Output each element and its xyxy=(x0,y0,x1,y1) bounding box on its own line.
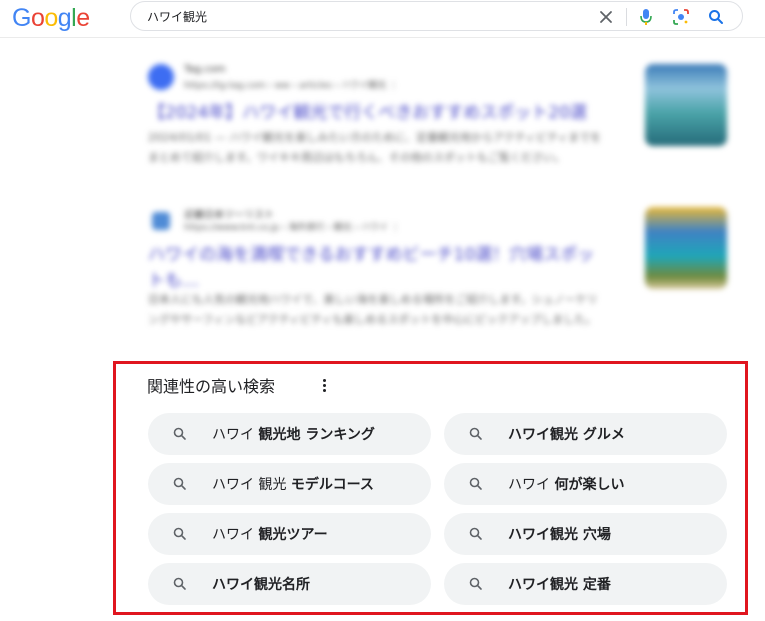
label-normal-part: ハワイ xyxy=(212,427,259,443)
related-search-label: ハワイ 観光地 ランキング xyxy=(212,424,375,444)
related-search-label: ハワイ観光 穴場 xyxy=(508,524,611,544)
search-icon[interactable] xyxy=(707,8,725,26)
result-url[interactable]: https://www.knt.co.jp › 海外旅行 › 観光 › ハワイ … xyxy=(184,220,400,233)
result-thumbnail[interactable] xyxy=(645,207,727,289)
label-normal-part: ハワイ 観光 xyxy=(212,477,291,493)
search-icon xyxy=(172,476,188,492)
result-site-name: 近畿日本ツーリスト xyxy=(184,210,274,221)
lens-icon[interactable] xyxy=(672,8,690,26)
search-icon xyxy=(468,426,484,442)
label-bold-part: 観光ツアー xyxy=(258,527,328,543)
label-bold-part: ハワイ観光 定番 xyxy=(508,577,611,593)
search-icon xyxy=(172,576,188,592)
label-bold-part: 観光地 ランキング xyxy=(258,427,375,443)
favicon xyxy=(152,212,170,230)
related-search-label: ハワイ 観光ツアー xyxy=(212,524,328,544)
label-bold-part: ハワイ観光名所 xyxy=(212,577,310,593)
related-search-chip[interactable]: ハワイ 観光ツアー xyxy=(148,513,431,555)
search-box xyxy=(130,1,743,31)
related-search-chip[interactable]: ハワイ観光 グルメ xyxy=(444,413,727,455)
result-thumbnail[interactable] xyxy=(645,64,727,146)
related-search-chip[interactable]: ハワイ 何が楽しい xyxy=(444,463,727,505)
result-snippet: 日本人にも人気の観光地ハワイで、美しい海を楽しめる場所をご紹介します。シュノーケ… xyxy=(148,293,598,326)
related-searches-title: 関連性の高い検索 xyxy=(147,377,276,396)
label-normal-part: ハワイ xyxy=(508,477,555,493)
google-logo[interactable]: Google xyxy=(12,4,90,33)
related-search-label: ハワイ観光 定番 xyxy=(508,574,611,594)
search-icon xyxy=(468,476,484,492)
label-bold-part: 何が楽しい xyxy=(554,477,625,493)
label-bold-part: ハワイ観光 グルメ xyxy=(508,427,625,443)
search-icon xyxy=(468,576,484,592)
related-search-chip[interactable]: ハワイ観光名所 xyxy=(148,563,431,605)
result-url[interactable]: https://tg-tag.com › ww › articles › ハワイ… xyxy=(184,78,398,91)
search-input[interactable] xyxy=(147,7,587,25)
related-search-label: ハワイ観光 グルメ xyxy=(508,424,625,444)
favicon xyxy=(148,64,174,90)
related-search-label: ハワイ 観光 モデルコース xyxy=(212,474,374,494)
search-icon xyxy=(468,526,484,542)
label-normal-part: ハワイ xyxy=(212,527,259,543)
related-search-chip[interactable]: ハワイ観光 定番 xyxy=(444,563,727,605)
label-bold-part: ハワイ観光 穴場 xyxy=(508,527,611,543)
logo-letter: G xyxy=(12,4,31,32)
close-icon[interactable] xyxy=(597,8,615,26)
related-search-chip[interactable]: ハワイ 観光 モデルコース xyxy=(148,463,431,505)
more-vert-icon[interactable] xyxy=(318,375,330,395)
related-search-label: ハワイ観光名所 xyxy=(212,574,310,594)
logo-letter: o xyxy=(30,4,45,32)
result-snippet: 2024/01/01 — ハワイ観光を楽しみたい方のために、定番観光地からアクテ… xyxy=(148,131,602,164)
label-bold-part: モデルコース xyxy=(290,477,374,493)
result-title-link[interactable]: 【2024年】ハワイ観光で行くべきおすすめスポット20選 xyxy=(148,100,608,126)
result-site-name: Tag.com xyxy=(184,64,226,75)
search-icon xyxy=(172,526,188,542)
search-divider xyxy=(626,8,627,26)
search-icon xyxy=(172,426,188,442)
logo-letter: e xyxy=(76,4,90,32)
related-search-chip[interactable]: ハワイ 観光地 ランキング xyxy=(148,413,431,455)
related-search-label: ハワイ 何が楽しい xyxy=(508,474,624,494)
logo-letter: g xyxy=(57,4,72,32)
result-title-link[interactable]: ハワイの海を満喫できるおすすめビーチ10選！穴場スポットも… xyxy=(148,242,608,294)
mic-icon[interactable] xyxy=(637,8,655,26)
header: Google xyxy=(0,0,765,38)
related-search-chip[interactable]: ハワイ観光 穴場 xyxy=(444,513,727,555)
logo-letter: o xyxy=(44,4,58,32)
